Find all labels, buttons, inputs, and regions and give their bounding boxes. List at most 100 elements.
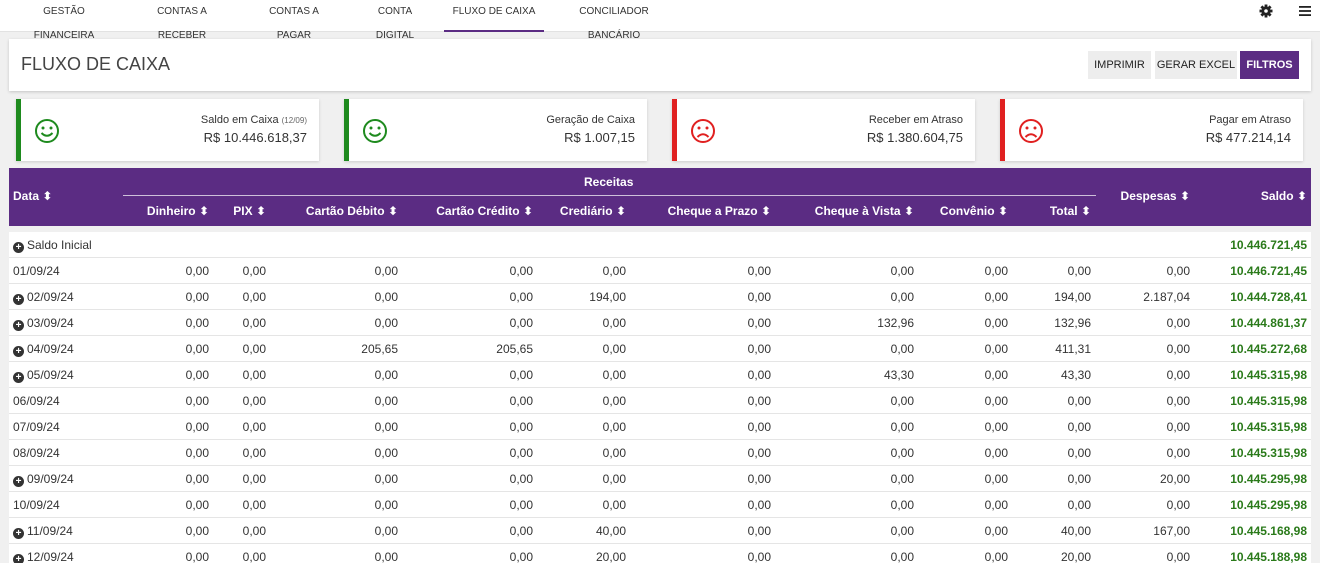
frown-icon (691, 119, 715, 143)
tab-conciliador-bancario[interactable]: CONCILIADOR BANCÁRIO (557, 0, 671, 41)
cheque-vista-cell: 0,00 (890, 524, 914, 538)
filters-button[interactable]: FILTROS (1240, 51, 1299, 79)
convenio-cell: 0,00 (984, 498, 1008, 512)
card-value: R$ 1.007,15 (564, 130, 635, 145)
header-divider (123, 195, 1096, 196)
col-header-convenio[interactable]: Convênio ⬍ (940, 204, 1008, 218)
table-row: +02/09/24 0,00 0,00 0,00 0,00 194,00 0,00 0,00 0… (9, 284, 1311, 310)
tab-fluxo-de-caixa[interactable]: FLUXO DE CAIXA (444, 0, 544, 32)
cartao-debito-cell: 0,00 (374, 498, 398, 512)
row-date-cell[interactable]: + Saldo Inicial (13, 232, 92, 258)
row-date-cell[interactable]: +05/09/24 (13, 362, 74, 388)
crediario-cell: 0,00 (602, 316, 626, 330)
cartao-debito-cell: 0,00 (374, 290, 398, 304)
expand-icon[interactable]: + (13, 242, 24, 253)
cartao-debito-cell: 0,00 (374, 316, 398, 330)
tab-contas-a-receber[interactable]: CONTAS A RECEBER (137, 0, 227, 41)
crediario-cell: 20,00 (595, 550, 626, 563)
expand-icon[interactable]: + (13, 528, 24, 539)
col-header-cartao-debito[interactable]: Cartão Débito ⬍ (306, 204, 398, 218)
saldo-cell: 10.445.168,98 (1230, 524, 1307, 538)
crediario-cell: 0,00 (602, 498, 626, 512)
card-value: R$ 477.214,14 (1205, 130, 1291, 145)
gear-icon[interactable] (1258, 3, 1274, 19)
col-header-cheque-prazo[interactable]: Cheque a Prazo ⬍ (668, 204, 771, 218)
col-header-dinheiro[interactable]: Dinheiro ⬍ (147, 204, 209, 218)
despesas-cell: 0,00 (1166, 368, 1190, 382)
expand-icon[interactable]: + (13, 346, 24, 357)
row-date-cell[interactable]: +03/09/24 (13, 310, 74, 336)
pix-cell: 0,00 (242, 524, 266, 538)
dinheiro-cell: 0,00 (185, 498, 209, 512)
cartao-debito-cell: 0,00 (374, 550, 398, 563)
col-header-total[interactable]: Total ⬍ (1050, 204, 1091, 218)
table-row: 01/09/24 0,00 0,00 0,00 0,00 0,00 0,00 0,00 0,00… (9, 258, 1311, 284)
col-header-saldo[interactable]: Saldo ⬍ (1261, 189, 1307, 203)
crediario-cell: 0,00 (602, 264, 626, 278)
dinheiro-cell: 0,00 (185, 342, 209, 356)
cheque-prazo-cell: 0,00 (747, 342, 771, 356)
expand-icon[interactable]: + (13, 554, 24, 563)
group-header-receitas: Receitas (584, 175, 634, 189)
convenio-cell: 0,00 (984, 264, 1008, 278)
despesas-cell: 167,00 (1153, 524, 1190, 538)
convenio-cell: 0,00 (984, 316, 1008, 330)
table-row: +04/09/24 0,00 0,00 205,65 205,65 0,00 0,00 0,0… (9, 336, 1311, 362)
dinheiro-cell: 0,00 (185, 472, 209, 486)
convenio-cell: 0,00 (984, 394, 1008, 408)
cartao-credito-cell: 0,00 (509, 316, 533, 330)
dinheiro-cell: 0,00 (185, 550, 209, 563)
excel-button[interactable]: GERAR EXCEL (1155, 51, 1237, 79)
expand-icon[interactable]: + (13, 476, 24, 487)
pix-cell: 0,00 (242, 316, 266, 330)
menu-icon[interactable] (1298, 4, 1312, 18)
cheque-vista-cell: 0,00 (890, 264, 914, 278)
table-row: +09/09/24 0,00 0,00 0,00 0,00 0,00 0,00 0,00 0,0… (9, 466, 1311, 492)
crediario-cell: 0,00 (602, 472, 626, 486)
card-label: Pagar em Atraso (1209, 114, 1291, 126)
pix-cell: 0,00 (242, 498, 266, 512)
smile-icon (363, 119, 387, 143)
sort-icon: ⬍ (760, 204, 771, 218)
print-button[interactable]: IMPRIMIR (1088, 51, 1151, 79)
row-date-cell[interactable]: +04/09/24 (13, 336, 74, 362)
col-header-crediario[interactable]: Crediário ⬍ (560, 204, 626, 218)
row-date-cell[interactable]: +12/09/24 (13, 544, 74, 563)
pix-cell: 0,00 (242, 290, 266, 304)
total-cell: 43,30 (1060, 368, 1091, 382)
row-date-cell[interactable]: +02/09/24 (13, 284, 74, 310)
saldo-cell: 10.445.272,68 (1230, 342, 1307, 356)
saldo-cell: 10.445.315,98 (1230, 420, 1307, 434)
cheque-vista-cell: 0,00 (890, 342, 914, 356)
dinheiro-cell: 0,00 (185, 394, 209, 408)
cheque-prazo-cell: 0,00 (747, 524, 771, 538)
expand-icon[interactable]: + (13, 372, 24, 383)
expand-icon[interactable]: + (13, 320, 24, 331)
cheque-vista-cell: 0,00 (890, 550, 914, 563)
dinheiro-cell: 0,00 (185, 420, 209, 434)
col-header-cheque-vista[interactable]: Cheque à Vista ⬍ (815, 204, 914, 218)
saldo-cell: 10.445.315,98 (1230, 368, 1307, 382)
convenio-cell: 0,00 (984, 446, 1008, 460)
row-date-cell[interactable]: +09/09/24 (13, 466, 74, 492)
tab-conta-digital[interactable]: CONTA DIGITAL (360, 0, 430, 41)
row-date-cell: 01/09/24 (13, 264, 60, 278)
col-header-despesas[interactable]: Despesas ⬍ (1121, 189, 1190, 203)
col-header-pix[interactable]: PIX ⬍ (233, 204, 266, 218)
sort-icon: ⬍ (1080, 204, 1091, 218)
status-bar (16, 99, 21, 161)
col-header-cartao-credito[interactable]: Cartão Crédito ⬍ (436, 204, 533, 218)
expand-icon[interactable]: + (13, 294, 24, 305)
sort-icon: ⬍ (903, 204, 914, 218)
crediario-cell: 0,00 (602, 342, 626, 356)
col-header-data[interactable]: Data ⬍ (13, 189, 52, 203)
tab-contas-a-pagar[interactable]: CONTAS A PAGAR (254, 0, 334, 41)
card-receber-em-atraso: Receber em Atraso R$ 1.380.604,75 (672, 99, 975, 161)
tab-gestao-financeira[interactable]: GESTÃO FINANCEIRA (18, 0, 110, 41)
total-cell: 0,00 (1067, 446, 1091, 460)
total-cell: 411,31 (1055, 342, 1091, 356)
convenio-cell: 0,00 (984, 550, 1008, 563)
sort-icon: ⬍ (387, 204, 398, 218)
row-date-cell[interactable]: +11/09/24 (13, 518, 73, 544)
despesas-cell: 0,00 (1166, 498, 1190, 512)
